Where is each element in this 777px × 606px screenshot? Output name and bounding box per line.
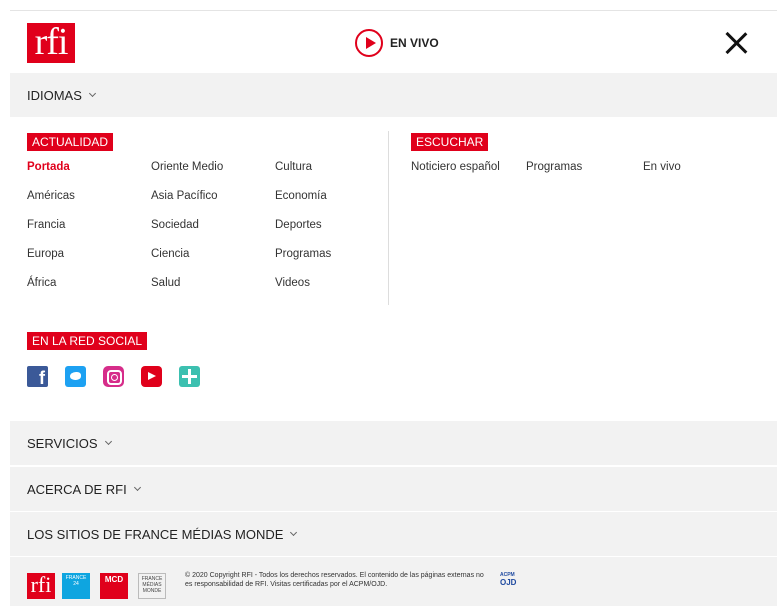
footer-rfi-logo[interactable]: rfi xyxy=(27,573,55,599)
nav-link[interactable]: Cultura xyxy=(275,161,331,190)
nav-link[interactable]: Programas xyxy=(275,248,331,277)
fmm-text: FRANCE MÉDIAS MONDE xyxy=(141,576,163,594)
rfi-logo[interactable]: rfi xyxy=(27,23,75,63)
escuchar-link-1-col: Noticiero español xyxy=(411,161,500,190)
chevron-down-icon xyxy=(133,483,141,491)
chevron-down-icon xyxy=(104,437,112,445)
header: rfi EN VIVO xyxy=(10,11,777,73)
nav-link[interactable]: Ciencia xyxy=(151,248,223,277)
footer-rfi-text: rfi xyxy=(30,572,52,597)
escuchar-link[interactable]: Programas xyxy=(526,161,582,190)
nav-link[interactable]: Salud xyxy=(151,277,223,306)
live-label: EN VIVO xyxy=(390,36,439,50)
nav-link[interactable]: Francia xyxy=(27,219,75,248)
nav-link[interactable]: Deportes xyxy=(275,219,331,248)
nav-link[interactable]: Oriente Medio xyxy=(151,161,223,190)
sitios-toggle[interactable]: LOS SITIOS DE FRANCE MÉDIAS MONDE xyxy=(10,512,777,556)
live-button[interactable]: EN VIVO xyxy=(355,29,439,57)
rfi-logo-text: rfi xyxy=(34,21,69,63)
social-title: EN LA RED SOCIAL xyxy=(27,332,148,350)
podcast-icon[interactable] xyxy=(179,366,200,387)
idiomas-toggle[interactable]: IDIOMAS xyxy=(10,73,777,117)
acerca-toggle[interactable]: ACERCA DE RFI xyxy=(10,467,777,511)
actualidad-column-3: Cultura Economía Deportes Programas Vide… xyxy=(275,161,331,306)
sitios-label: LOS SITIOS DE FRANCE MÉDIAS MONDE xyxy=(27,526,284,542)
mcd-logo[interactable]: MCD xyxy=(100,573,128,599)
france24-logo[interactable]: FRANCE 24 xyxy=(62,573,90,599)
escuchar-link[interactable]: Noticiero español xyxy=(411,161,500,190)
servicios-toggle[interactable]: SERVICIOS xyxy=(10,421,777,465)
actualidad-column-2: Oriente Medio Asia Pacífico Sociedad Cie… xyxy=(151,161,223,306)
nav-link[interactable]: Américas xyxy=(27,190,75,219)
nav-link[interactable]: Portada xyxy=(27,161,75,190)
escuchar-title: ESCUCHAR xyxy=(411,133,489,151)
escuchar-link[interactable]: En vivo xyxy=(643,161,681,190)
ojd-logo[interactable]: ACPM OJD xyxy=(500,571,516,587)
nav-link[interactable]: África xyxy=(27,277,75,306)
ojd-text: OJD xyxy=(500,578,517,587)
nav-link[interactable]: Videos xyxy=(275,277,331,306)
footer: rfi FRANCE 24 MCD FRANCE MÉDIAS MONDE © … xyxy=(10,557,777,606)
mcd-text: MCD xyxy=(104,575,124,584)
nav-link[interactable]: Europa xyxy=(27,248,75,277)
escuchar-link-2-col: Programas xyxy=(526,161,582,190)
column-divider xyxy=(388,131,389,305)
chevron-down-icon xyxy=(290,528,298,536)
actualidad-title: ACTUALIDAD xyxy=(27,133,114,151)
instagram-icon[interactable] xyxy=(103,366,124,387)
france24-text: FRANCE 24 xyxy=(65,575,87,587)
servicios-label: SERVICIOS xyxy=(27,435,98,451)
escuchar-link-3-col: En vivo xyxy=(643,161,681,190)
nav-link[interactable]: Sociedad xyxy=(151,219,223,248)
nav-link[interactable]: Asia Pacífico xyxy=(151,190,223,219)
actualidad-column-1: Portada Américas Francia Europa África xyxy=(27,161,75,306)
acerca-label: ACERCA DE RFI xyxy=(27,481,127,497)
copyright-text: © 2020 Copyright RFI - Todos los derecho… xyxy=(185,572,484,588)
facebook-icon[interactable]: f xyxy=(27,366,48,388)
fmm-logo[interactable]: FRANCE MÉDIAS MONDE xyxy=(138,573,166,599)
idiomas-label: IDIOMAS xyxy=(27,87,82,103)
close-icon[interactable] xyxy=(724,31,748,55)
nav-link[interactable]: Economía xyxy=(275,190,331,219)
social-icons: f xyxy=(27,366,217,388)
youtube-icon[interactable] xyxy=(141,366,162,387)
chevron-down-icon xyxy=(88,89,96,97)
play-icon xyxy=(355,29,383,57)
twitter-icon[interactable] xyxy=(65,366,86,387)
